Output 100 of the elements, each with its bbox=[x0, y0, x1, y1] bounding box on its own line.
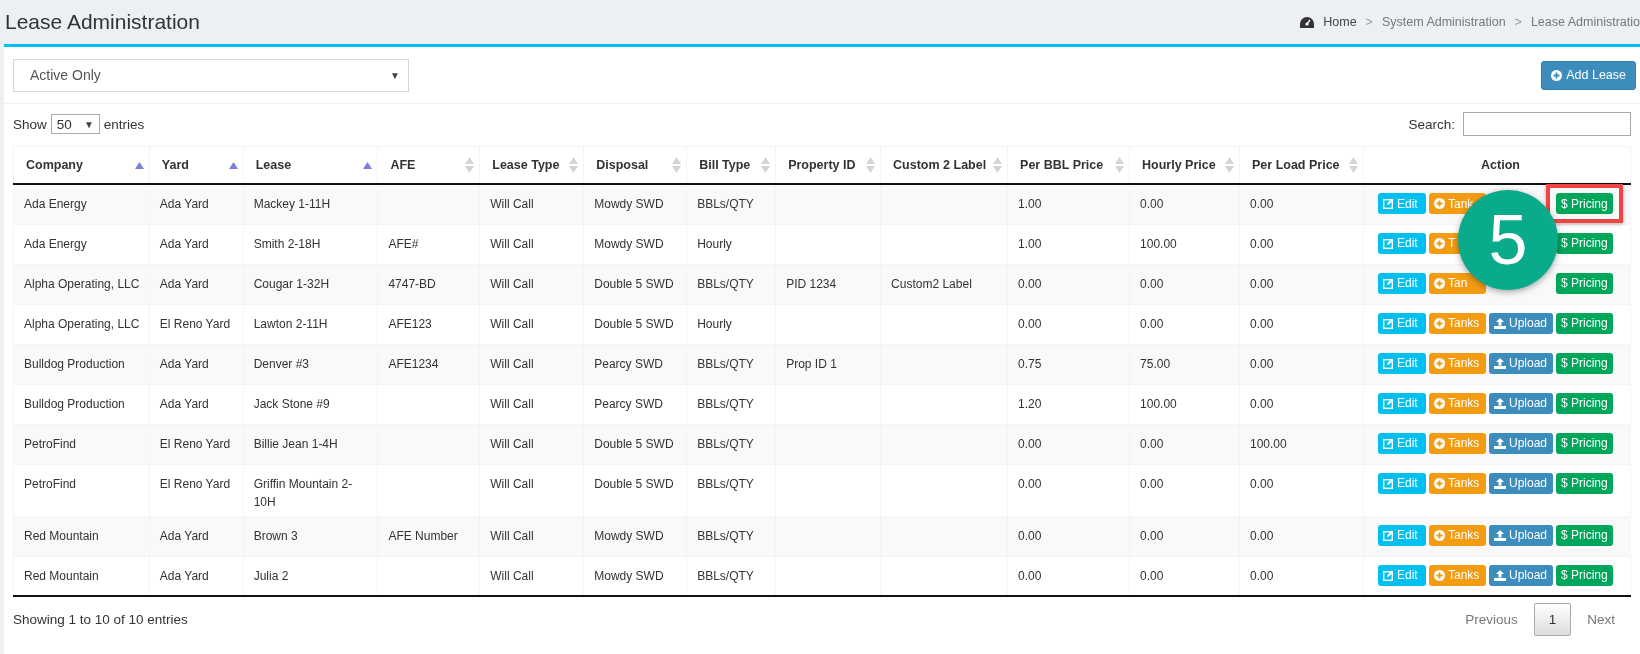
edit-button[interactable]: Edit bbox=[1378, 352, 1426, 374]
tanks-button[interactable]: Tanks bbox=[1429, 432, 1486, 454]
upload-button[interactable]: Upload bbox=[1489, 312, 1553, 334]
table-cell: Julia 2 bbox=[243, 556, 378, 596]
pricing-button[interactable]: $ Pricing bbox=[1556, 232, 1613, 254]
edit-button[interactable]: Edit bbox=[1378, 193, 1426, 214]
table-cell: 0.00 bbox=[1239, 264, 1364, 304]
table-cell: BBLs/QTY bbox=[686, 384, 776, 424]
table-cell: 0.00 bbox=[1007, 424, 1130, 464]
upload-button[interactable]: Upload bbox=[1489, 472, 1553, 494]
pricing-button[interactable]: $ Pricing bbox=[1556, 193, 1613, 214]
table-cell: Ada Energy bbox=[13, 184, 150, 224]
edit-button[interactable]: Edit bbox=[1378, 472, 1426, 494]
plus-circle-icon bbox=[1434, 277, 1445, 289]
pricing-button[interactable]: $ Pricing bbox=[1556, 352, 1613, 374]
breadcrumb-separator: > bbox=[1514, 15, 1522, 29]
pricing-button[interactable]: $ Pricing bbox=[1556, 272, 1613, 294]
sort-icon bbox=[866, 157, 876, 173]
tanks-button[interactable]: Tanks bbox=[1429, 352, 1486, 374]
upload-button[interactable]: Upload bbox=[1489, 392, 1553, 414]
edit-button[interactable]: Edit bbox=[1378, 524, 1426, 546]
table-cell: 1.00 bbox=[1007, 184, 1130, 224]
add-lease-button[interactable]: Add Lease bbox=[1541, 60, 1636, 90]
upload-icon bbox=[1494, 437, 1506, 449]
table-cell: Double 5 SWD bbox=[583, 264, 687, 304]
table-cell: 0.00 bbox=[1129, 516, 1240, 556]
pricing-button[interactable]: $ Pricing bbox=[1556, 312, 1613, 334]
table-cell: AFE1234 bbox=[377, 344, 480, 384]
table-cell: PetroFind bbox=[13, 424, 150, 464]
table-cell: 0.00 bbox=[1007, 516, 1130, 556]
pricing-button[interactable]: $ Pricing bbox=[1556, 564, 1613, 586]
upload-button[interactable]: Upload bbox=[1489, 432, 1553, 454]
breadcrumb-link[interactable]: System Administration bbox=[1381, 15, 1506, 29]
upload-icon bbox=[1494, 569, 1506, 581]
plus-circle-icon bbox=[1434, 529, 1445, 541]
edit-button[interactable]: Edit bbox=[1378, 232, 1426, 254]
table-cell: Mackey 1-11H bbox=[243, 184, 378, 224]
table-cell: Ada Yard bbox=[149, 184, 244, 224]
upload-icon bbox=[1494, 317, 1506, 329]
edit-button[interactable]: Edit bbox=[1378, 432, 1426, 454]
upload-button[interactable]: Upload bbox=[1489, 564, 1553, 586]
upload-icon bbox=[1494, 529, 1506, 541]
tanks-button[interactable]: Tanks bbox=[1429, 564, 1486, 586]
edit-icon bbox=[1383, 437, 1394, 449]
table-cell: Will Call bbox=[479, 304, 584, 344]
edit-icon bbox=[1383, 529, 1394, 541]
table-cell: Ada Energy bbox=[13, 224, 150, 264]
upload-button[interactable]: Upload bbox=[1489, 352, 1553, 374]
plus-circle-icon bbox=[1434, 397, 1445, 409]
breadcrumb-link[interactable]: Home bbox=[1323, 15, 1357, 29]
pagination-button[interactable]: Previous bbox=[1449, 604, 1534, 635]
pricing-button[interactable]: $ Pricing bbox=[1556, 432, 1613, 454]
table-cell: Griffin Mountain 2-10H bbox=[243, 464, 378, 516]
edit-button[interactable]: Edit bbox=[1378, 564, 1426, 586]
upload-button[interactable]: Upload bbox=[1489, 524, 1553, 546]
status-dropdown[interactable]: Active Only ▼ bbox=[13, 58, 409, 92]
sort-icon bbox=[1115, 157, 1125, 173]
plus-circle-icon bbox=[1434, 357, 1445, 369]
edit-icon bbox=[1383, 237, 1394, 249]
table-cell: 0.00 bbox=[1129, 304, 1240, 344]
table-cell: Billie Jean 1-4H bbox=[243, 424, 378, 464]
table-cell: 0.00 bbox=[1239, 464, 1364, 516]
table-cell: 0.00 bbox=[1239, 224, 1364, 264]
table-cell: Will Call bbox=[479, 556, 584, 596]
pagination-button[interactable]: 1 bbox=[1533, 603, 1572, 636]
table-cell: 0.00 bbox=[1129, 556, 1240, 596]
table-cell: 100.00 bbox=[1129, 224, 1240, 264]
tanks-button[interactable]: Tanks bbox=[1429, 312, 1486, 334]
table-cell: PetroFind bbox=[13, 464, 150, 516]
table-cell: 0.75 bbox=[1007, 344, 1130, 384]
pricing-button[interactable]: $ Pricing bbox=[1556, 392, 1613, 414]
plus-circle-icon bbox=[1434, 317, 1445, 329]
sort-icon bbox=[1349, 157, 1358, 173]
edit-icon bbox=[1383, 397, 1394, 409]
edit-button[interactable]: Edit bbox=[1378, 392, 1426, 414]
pricing-button[interactable]: $ Pricing bbox=[1556, 524, 1613, 546]
plus-circle-icon bbox=[1551, 69, 1563, 81]
entries-label: entries bbox=[103, 116, 145, 132]
tanks-button[interactable]: Tanks bbox=[1429, 524, 1486, 546]
table-cell: 1.00 bbox=[1007, 224, 1130, 264]
entries-dropdown[interactable]: 50 ▼ bbox=[50, 114, 100, 134]
pricing-button[interactable]: $ Pricing bbox=[1556, 472, 1613, 494]
table-cell: Will Call bbox=[479, 184, 584, 224]
edit-button[interactable]: Edit bbox=[1378, 312, 1426, 334]
search-label: Search: bbox=[1408, 116, 1455, 132]
breadcrumb-link[interactable]: Lease Administratio bbox=[1530, 15, 1640, 29]
tanks-button[interactable]: Tanks bbox=[1429, 472, 1486, 494]
tanks-button[interactable]: Tanks bbox=[1429, 392, 1486, 414]
search-field[interactable] bbox=[1463, 112, 1631, 136]
pagination-button[interactable]: Next bbox=[1571, 604, 1631, 635]
caret-icon: ▼ bbox=[390, 69, 400, 81]
table-cell: Red Mountain bbox=[13, 556, 150, 596]
edit-button[interactable]: Edit bbox=[1378, 272, 1426, 294]
caret-icon: ▼ bbox=[83, 118, 94, 130]
table-cell: Brown 3 bbox=[243, 516, 378, 556]
table-cell: 0.00 bbox=[1239, 516, 1364, 556]
show-label: Show bbox=[13, 116, 47, 132]
tanks-button[interactable]: Tan bbox=[1429, 272, 1486, 294]
table-cell: Mowdy SWD bbox=[583, 184, 687, 224]
sort-icon bbox=[465, 157, 475, 173]
